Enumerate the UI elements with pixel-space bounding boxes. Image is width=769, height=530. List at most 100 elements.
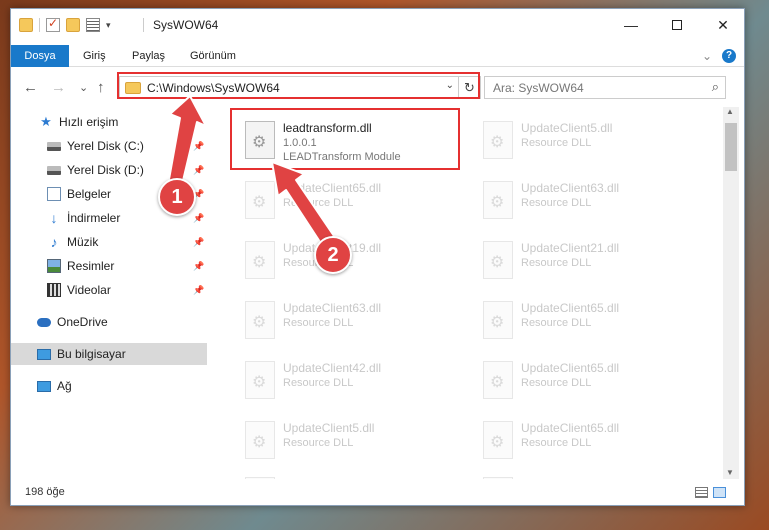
sidebar-item-pictures[interactable]: Resimler 📌 <box>11 255 207 277</box>
network-icon <box>37 380 51 392</box>
scroll-thumb[interactable] <box>725 123 737 171</box>
up-button[interactable]: ↑ <box>97 79 105 96</box>
file-type: Resource DLL <box>283 437 354 449</box>
pictures-icon <box>47 259 61 273</box>
toolbar-dropdown-icon[interactable]: ▾ <box>106 20 111 31</box>
file-type: Resource DLL <box>521 257 592 269</box>
file-tile[interactable]: UpdateClient65.dll Resource DLL <box>471 413 701 469</box>
sidebar-item-label: Resimler <box>67 259 115 273</box>
pin-icon[interactable]: 📌 <box>193 261 204 272</box>
sidebar-item-label: Hızlı erişim <box>59 115 119 129</box>
scroll-up-icon[interactable]: ▲ <box>726 107 734 116</box>
file-name: UpdateClient5.dll <box>521 121 613 135</box>
sidebar-item-label: Videolar <box>67 283 111 297</box>
window-title: SysWOW64 <box>153 18 219 32</box>
navigation-bar: ← → ⌄ ↑ C:\Windows\SysWOW64 ⌄ ↻ Ara: Sys… <box>11 73 744 103</box>
sidebar-item-label: İndirmeler <box>67 211 121 225</box>
sidebar-item-videos[interactable]: Videolar 📌 <box>11 279 207 301</box>
forward-button[interactable]: → <box>51 79 66 96</box>
file-name: UpdateClient42.dll <box>283 361 382 375</box>
ribbon-right-controls: ⌄ ? <box>702 49 736 63</box>
music-icon: ♪ <box>50 234 58 250</box>
new-folder-icon[interactable] <box>66 18 80 32</box>
sidebar-item-local-disk-c[interactable]: Yerel Disk (C:) 📌 <box>11 135 207 157</box>
pin-icon[interactable]: 📌 <box>193 165 204 176</box>
minimize-button[interactable]: — <box>608 9 654 41</box>
search-placeholder: Ara: SysWOW64 <box>493 81 584 95</box>
file-type: Resource DLL <box>521 137 592 149</box>
pin-icon[interactable]: 📌 <box>193 285 204 296</box>
dll-file-icon <box>245 121 275 159</box>
refresh-button[interactable]: ↻ <box>458 77 480 98</box>
sidebar-item-network[interactable]: Ağ <box>11 375 207 397</box>
expand-ribbon-icon[interactable]: ⌄ <box>702 49 712 63</box>
file-type: Resource DLL <box>521 437 592 449</box>
pin-icon[interactable]: 📌 <box>193 141 204 152</box>
address-bar[interactable]: C:\Windows\SysWOW64 ⌄ ↻ <box>119 76 481 99</box>
file-tile[interactable]: UpdateClient5.dll Resource DLL <box>233 413 463 469</box>
step-badge-2: 2 <box>314 236 352 274</box>
help-icon[interactable]: ? <box>722 49 736 63</box>
navigation-pane: ★ Hızlı erişim Yerel Disk (C:) 📌 Yerel D… <box>11 107 207 477</box>
documents-icon <box>47 187 61 201</box>
address-folder-icon <box>125 81 141 94</box>
tiles-view-icon[interactable] <box>713 487 726 498</box>
tab-home[interactable]: Giriş <box>83 45 106 67</box>
close-button[interactable]: ✕ <box>700 9 746 41</box>
sidebar-item-quick-access[interactable]: ★ Hızlı erişim <box>11 111 207 133</box>
dll-file-icon <box>483 477 513 479</box>
file-name: UpdateClient5.dll <box>283 421 375 435</box>
file-type: Resource DLL <box>521 377 592 389</box>
address-path[interactable]: C:\Windows\SysWOW64 <box>147 81 280 95</box>
pc-icon <box>37 348 51 360</box>
toolbar-separator <box>39 18 40 32</box>
dll-file-icon <box>483 181 513 219</box>
dll-file-icon <box>483 241 513 279</box>
sidebar-item-music[interactable]: ♪ Müzik 📌 <box>11 231 207 253</box>
sidebar-item-label: Yerel Disk (D:) <box>67 163 144 177</box>
folder-icon <box>19 18 33 32</box>
details-view-icon[interactable] <box>695 487 708 498</box>
recent-locations-button[interactable]: ⌄ <box>79 81 88 94</box>
file-tile[interactable]: UpdateClient65.dll Resource DLL <box>233 173 463 229</box>
tab-share[interactable]: Paylaş <box>132 45 165 67</box>
explorer-window: ▾ SysWOW64 — ✕ Dosya Giriş Paylaş Görünü… <box>10 8 745 506</box>
tab-file[interactable]: Dosya <box>11 45 69 67</box>
file-tile[interactable]: UpdateClient5.dll Resource DLL <box>471 113 701 169</box>
file-name: UpdateClient65.dll <box>283 181 382 195</box>
address-dropdown-icon[interactable]: ⌄ <box>446 80 454 91</box>
file-tile[interactable]: UpdateClient42.dll Resource DLL <box>233 353 463 409</box>
file-name: UpdateClient21.dll <box>521 241 620 255</box>
tab-view[interactable]: Görünüm <box>190 45 236 67</box>
properties-check-icon[interactable] <box>46 16 60 32</box>
sidebar-item-onedrive[interactable]: OneDrive <box>11 311 207 333</box>
file-tile[interactable] <box>233 469 463 479</box>
pin-icon[interactable]: 📌 <box>193 237 204 248</box>
customize-toolbar-icon[interactable] <box>86 18 100 32</box>
file-tile[interactable] <box>471 469 701 479</box>
dll-file-icon <box>245 241 275 279</box>
maximize-button[interactable] <box>654 9 700 41</box>
file-type: Resource DLL <box>283 377 354 389</box>
scroll-down-icon[interactable]: ▼ <box>726 468 734 477</box>
back-button[interactable]: ← <box>23 79 38 96</box>
file-tile-leadtransform[interactable]: leadtransform.dll 1.0.0.1 LEADTransform … <box>233 113 463 169</box>
file-tile[interactable]: UpdateClient63.dll Resource DLL <box>471 173 701 229</box>
search-box[interactable]: Ara: SysWOW64 ⌕ <box>484 76 726 99</box>
step-badge-1: 1 <box>158 178 196 216</box>
status-bar: 198 öğe <box>11 481 744 505</box>
ribbon-tabs: Dosya Giriş Paylaş Görünüm ⌄ ? <box>11 41 744 67</box>
file-tile[interactable]: UpdateClient65.dll Resource DLL <box>471 293 701 349</box>
file-tile[interactable]: UpdateClient65.dll Resource DLL <box>471 353 701 409</box>
maximize-icon <box>672 20 682 30</box>
file-tile[interactable]: UpdateClient21.dll Resource DLL <box>471 233 701 289</box>
sidebar-item-label: Müzik <box>67 235 99 249</box>
sidebar-item-this-pc[interactable]: Bu bilgisayar <box>11 343 207 365</box>
search-icon[interactable]: ⌕ <box>712 79 719 95</box>
pin-icon[interactable]: 📌 <box>193 213 204 224</box>
file-tile[interactable]: UpdateClient63.dll Resource DLL <box>233 293 463 349</box>
title-separator <box>143 18 144 32</box>
cloud-icon <box>37 317 51 327</box>
vertical-scrollbar[interactable]: ▲ ▼ <box>723 107 739 479</box>
file-name: UpdateClient63.dll <box>521 181 620 195</box>
